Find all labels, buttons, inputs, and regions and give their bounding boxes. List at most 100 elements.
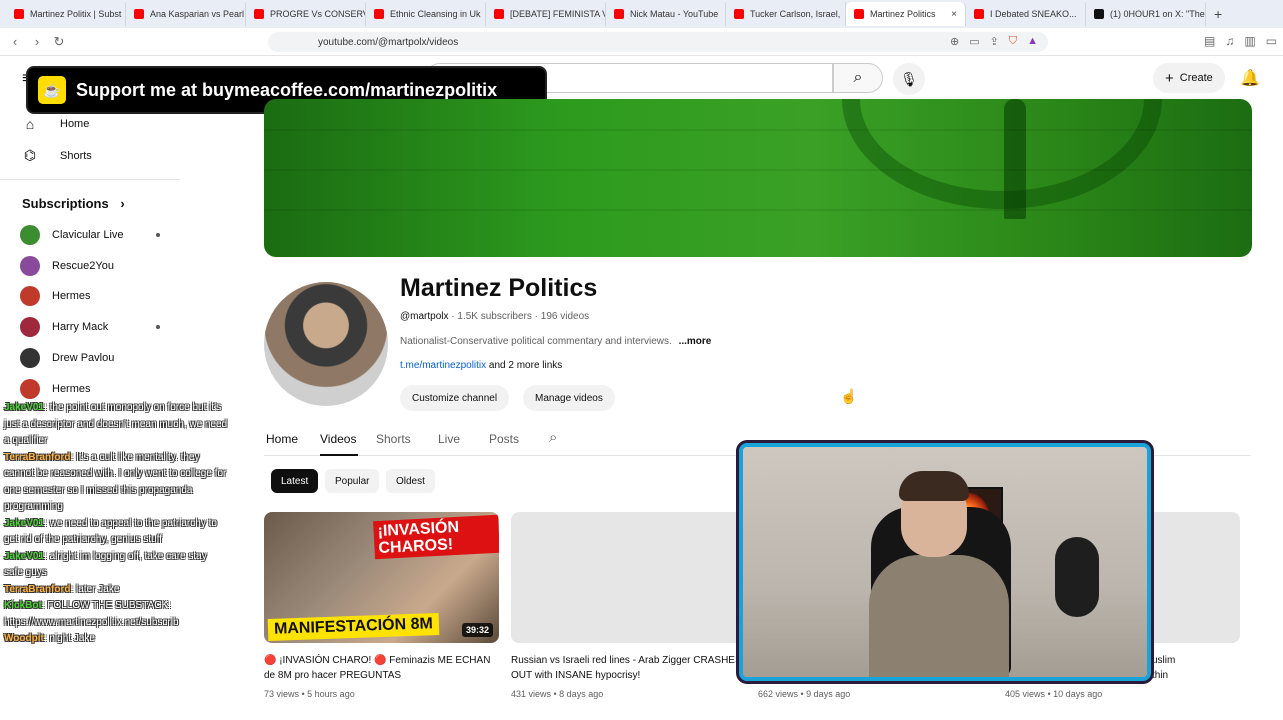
subscriptions-heading[interactable]: Subscriptions ›	[22, 196, 125, 211]
search-button[interactable]: ⌕	[833, 63, 883, 93]
zoom-icon[interactable]: ⊕	[950, 35, 959, 48]
share-icon[interactable]: ⇪	[990, 35, 999, 48]
live-indicator-icon	[156, 325, 160, 330]
subscription-name: Hermes	[52, 382, 91, 395]
video-duration: 39:32	[461, 623, 493, 637]
browser-tab-label: Ethnic Cleansing in Uk	[390, 9, 481, 19]
channel-avatar[interactable]	[264, 282, 388, 406]
telegram-link[interactable]: t.me/martinezpolitix	[400, 360, 486, 371]
close-tab-icon[interactable]: ×	[951, 9, 957, 20]
browser-tab-label: Ana Kasparian vs Pearl	[150, 9, 245, 19]
chat-username: JakeV01	[4, 550, 45, 562]
sidebar-subscription-item[interactable]: Drew Pavlou	[20, 347, 160, 368]
chip-popular[interactable]: Popular	[325, 469, 380, 493]
description-text: Nationalist-Conservative political comme…	[400, 336, 672, 347]
browser-tab[interactable]: Ethnic Cleansing in Uk	[366, 2, 486, 26]
tab-posts[interactable]: Posts	[489, 432, 519, 446]
banner-figure	[1004, 99, 1026, 219]
browser-tab-label: Martinez Politics	[870, 9, 936, 19]
live-indicator-icon	[156, 233, 160, 237]
channel-name: Martinez Politics	[400, 274, 598, 302]
url-text: youtube.com/@martpolx/videos	[318, 36, 459, 48]
chip-oldest[interactable]: Oldest	[386, 469, 435, 493]
streamer-hair	[899, 471, 969, 501]
wallet-icon[interactable]: ▭	[1266, 34, 1277, 48]
channel-search-icon[interactable]: ⌕	[549, 429, 557, 446]
mouse-cursor-icon: ☝	[840, 388, 858, 404]
video-title[interactable]: Russian vs Israeli red lines - Arab Zigg…	[511, 653, 746, 683]
browser-tab-label: Tucker Carlson, Israel,	[750, 9, 841, 19]
video-title[interactable]: uslim thin	[1152, 653, 1212, 683]
browser-tab[interactable]: Martinez Politics ×	[846, 2, 966, 26]
sidebar-subscription-item[interactable]: Clavicular Live	[20, 225, 160, 245]
manage-videos-button[interactable]: Manage videos	[523, 385, 615, 411]
channel-banner	[264, 99, 1252, 257]
browser-tab[interactable]: Nick Matau - YouTube	[606, 2, 726, 26]
sidebar-subscription-item[interactable]: Hermes	[20, 286, 160, 307]
chat-message: KickBot: FOLLOW THE SUBSTACK: https://ww…	[0, 598, 228, 631]
sidebar-subscription-item[interactable]: Harry Mack	[20, 317, 160, 338]
more-link[interactable]: ...more	[679, 336, 712, 347]
youtube-icon	[974, 9, 984, 19]
tab-videos[interactable]: Videos	[320, 432, 356, 446]
create-button[interactable]: + Create	[1153, 63, 1225, 93]
panel-icon[interactable]: ▥	[1244, 34, 1255, 48]
notifications-bell-icon[interactable]: 🔔	[1240, 68, 1260, 88]
tab-home[interactable]: Home	[266, 432, 298, 446]
customize-channel-button[interactable]: Customize channel	[400, 385, 510, 411]
chip-latest[interactable]: Latest	[271, 469, 319, 493]
channel-handle: @martpolx	[400, 311, 449, 322]
music-icon[interactable]: ♫	[1225, 34, 1234, 48]
subscription-name: Drew Pavlou	[52, 351, 115, 364]
sidebar-toggle-icon[interactable]: ▤	[1204, 34, 1215, 48]
microphone	[1055, 537, 1099, 617]
browser-tab-label: (1) 0HOUR1 on X: "The	[1110, 9, 1205, 19]
sidebar-item-home[interactable]: ⌂ Home	[20, 116, 90, 132]
sidebar-item-shorts[interactable]: ⌬ Shorts	[20, 147, 92, 164]
tab-shorts[interactable]: Shorts	[376, 432, 411, 446]
subscriptions-label: Subscriptions	[22, 196, 109, 211]
video-thumbnail[interactable]	[511, 512, 746, 643]
channel-meta: @martpolx · 1.5K subscribers · 196 video…	[400, 311, 590, 322]
sidebar-item-label: Home	[60, 118, 90, 130]
browser-tab-label: [DEBATE] FEMINISTA V	[510, 9, 606, 19]
channel-description[interactable]: Nationalist-Conservative political comme…	[400, 336, 711, 347]
support-banner-text: Support me at buymeacoffee.com/martinezp…	[76, 79, 498, 100]
more-links-text[interactable]: and 2 more links	[489, 360, 562, 371]
video-title[interactable]: 🔴 ¡INVASIÓN CHARO! 🔴 Feminazis ME ECHAN …	[264, 653, 499, 683]
browser-tab[interactable]: (1) 0HOUR1 on X: "The	[1086, 2, 1206, 26]
video-thumbnail[interactable]: ¡INVASIÓN CHAROS! MANIFESTACIÓN 8M 39:32	[264, 512, 499, 643]
create-label: Create	[1179, 72, 1213, 84]
video-count: 196 videos	[540, 311, 590, 322]
screencast-icon[interactable]: ▭	[969, 35, 979, 48]
subscription-name: Rescue2You	[52, 259, 114, 272]
back-icon[interactable]: ‹	[4, 34, 26, 49]
youtube-icon	[614, 9, 624, 19]
active-tab-indicator	[320, 454, 358, 456]
sidebar-subscription-item[interactable]: Hermes	[20, 378, 160, 399]
chevron-right-icon: ›	[120, 196, 125, 211]
brave-shield-icon[interactable]: ⛉	[1009, 35, 1017, 48]
rewards-icon[interactable]: ▲	[1027, 35, 1038, 48]
reload-icon[interactable]: ↻	[48, 34, 70, 50]
address-bar[interactable]: youtube.com/@martpolx/videos ⊕ ▭ ⇪ ⛉ ▲	[268, 32, 1048, 52]
browser-tab[interactable]: PROGRE Vs CONSERV	[246, 2, 366, 26]
new-tab-icon[interactable]: +	[1214, 6, 1222, 22]
streamer-body	[869, 555, 1009, 677]
tab-live[interactable]: Live	[438, 432, 460, 446]
forward-icon[interactable]: ›	[26, 34, 48, 49]
browser-tab[interactable]: Ana Kasparian vs Pearl	[126, 2, 246, 26]
voice-search-button[interactable]: 🎙	[893, 63, 925, 95]
sidebar-item-label: Shorts	[60, 149, 92, 162]
browser-tab[interactable]: Martinez Politix | Subst	[6, 2, 126, 26]
substack-icon	[14, 9, 24, 19]
microphone-icon: 🎙	[900, 70, 918, 87]
youtube-icon	[734, 9, 744, 19]
sidebar-subscription-item[interactable]: Rescue2You	[20, 255, 160, 276]
browser-tab[interactable]: I Debated SNEAKO...	[966, 2, 1086, 26]
chat-message: JakeV01: alright im logging off, take ca…	[0, 549, 228, 582]
browser-tab[interactable]: Tucker Carlson, Israel,	[726, 2, 846, 26]
browser-tab[interactable]: [DEBATE] FEMINISTA V	[486, 2, 606, 26]
webcam-overlay	[739, 443, 1151, 681]
chat-text: : night Jake	[43, 633, 95, 644]
